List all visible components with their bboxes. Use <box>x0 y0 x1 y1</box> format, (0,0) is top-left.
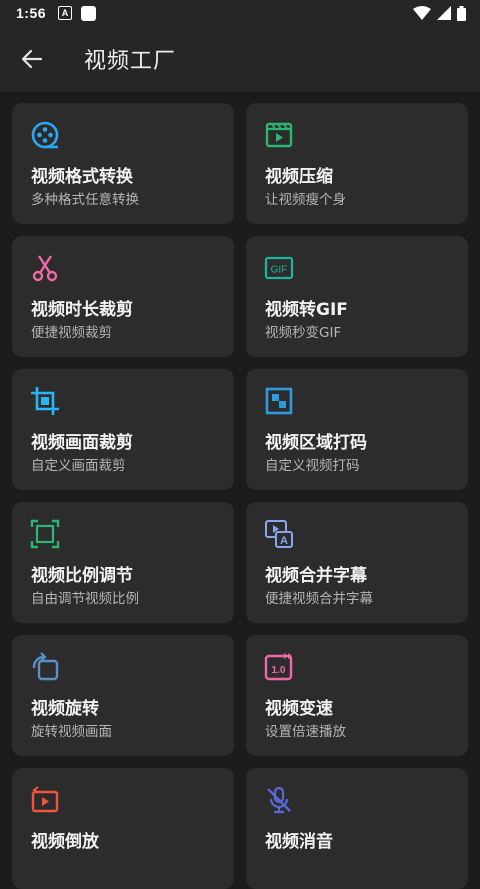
mute-mic-icon <box>264 785 294 815</box>
tool-title: 视频比例调节 <box>31 566 133 586</box>
tool-subtitle: 便捷视频合并字幕 <box>265 591 373 607</box>
tool-subtitle: 设置倍速播放 <box>265 724 346 740</box>
tool-card[interactable]: 视频时长裁剪便捷视频裁剪 <box>12 236 234 357</box>
wifi-icon <box>413 6 431 20</box>
tool-subtitle: 自由调节视频比例 <box>31 591 139 607</box>
tool-subtitle: 让视频瘦个身 <box>265 192 346 208</box>
tool-card[interactable]: 视频消音 <box>246 768 468 889</box>
notification-square-icon <box>81 5 97 21</box>
tool-subtitle: 自定义画面裁剪 <box>31 458 126 474</box>
mosaic-icon <box>264 386 294 416</box>
subtitle-icon: A <box>264 519 294 549</box>
tool-card[interactable]: 1.0 视频变速设置倍速播放 <box>246 635 468 756</box>
tool-card[interactable]: 视频区域打码自定义视频打码 <box>246 369 468 490</box>
tool-subtitle: 自定义视频打码 <box>265 458 360 474</box>
tool-card[interactable]: A 视频合并字幕便捷视频合并字幕 <box>246 502 468 623</box>
svg-text:1.0: 1.0 <box>272 665 286 676</box>
tool-title: 视频旋转 <box>31 699 99 719</box>
tool-subtitle: 视频秒变GIF <box>265 325 342 341</box>
status-icons <box>413 5 466 21</box>
reverse-play-icon <box>30 785 60 815</box>
aspect-ratio-icon <box>30 519 60 549</box>
tool-title: 视频画面裁剪 <box>31 433 133 453</box>
signal-icon <box>437 6 451 20</box>
tool-card[interactable]: 视频比例调节自由调节视频比例 <box>12 502 234 623</box>
tool-title: 视频合并字幕 <box>265 566 367 586</box>
tool-card[interactable]: 视频压缩让视频瘦个身 <box>246 103 468 224</box>
arrow-left-icon <box>21 49 43 69</box>
tool-title: 视频倒放 <box>31 832 99 852</box>
tool-card[interactable]: 视频格式转换多种格式任意转换 <box>12 103 234 224</box>
page-title: 视频工厂 <box>84 49 177 74</box>
tool-title: 视频变速 <box>265 699 333 719</box>
status-time: 1:56 <box>16 5 47 21</box>
back-button[interactable] <box>0 31 64 87</box>
notification-icon: A <box>58 6 73 20</box>
tool-title: 视频转GIF <box>265 300 348 320</box>
tool-card[interactable]: GIF 视频转GIF 视频秒变GIF <box>246 236 468 357</box>
svg-text:GIF: GIF <box>271 265 288 276</box>
tool-card[interactable]: 视频旋转旋转视频画面 <box>12 635 234 756</box>
tool-title: 视频消音 <box>265 832 333 852</box>
rotate-icon <box>30 652 60 682</box>
tool-title: 视频区域打码 <box>265 433 367 453</box>
app-bar: 视频工厂 <box>0 26 480 92</box>
tool-card[interactable]: 视频画面裁剪自定义画面裁剪 <box>12 369 234 490</box>
tool-title: 视频格式转换 <box>31 167 133 187</box>
tool-card[interactable]: 视频倒放 <box>12 768 234 889</box>
gif-icon: GIF <box>264 253 294 283</box>
tool-title: 视频时长裁剪 <box>31 300 133 320</box>
film-reel-icon <box>30 120 60 150</box>
tool-subtitle: 多种格式任意转换 <box>31 192 139 208</box>
battery-icon <box>457 5 466 21</box>
status-bar: 1:56 A <box>0 0 480 26</box>
tool-subtitle: 旋转视频画面 <box>31 724 112 740</box>
scissors-icon <box>30 253 60 283</box>
video-play-icon <box>264 120 294 150</box>
svg-text:A: A <box>280 535 288 547</box>
speed-icon: 1.0 <box>264 652 294 682</box>
crop-icon <box>30 386 60 416</box>
tool-title: 视频压缩 <box>265 167 333 187</box>
tool-subtitle: 便捷视频裁剪 <box>31 325 112 341</box>
